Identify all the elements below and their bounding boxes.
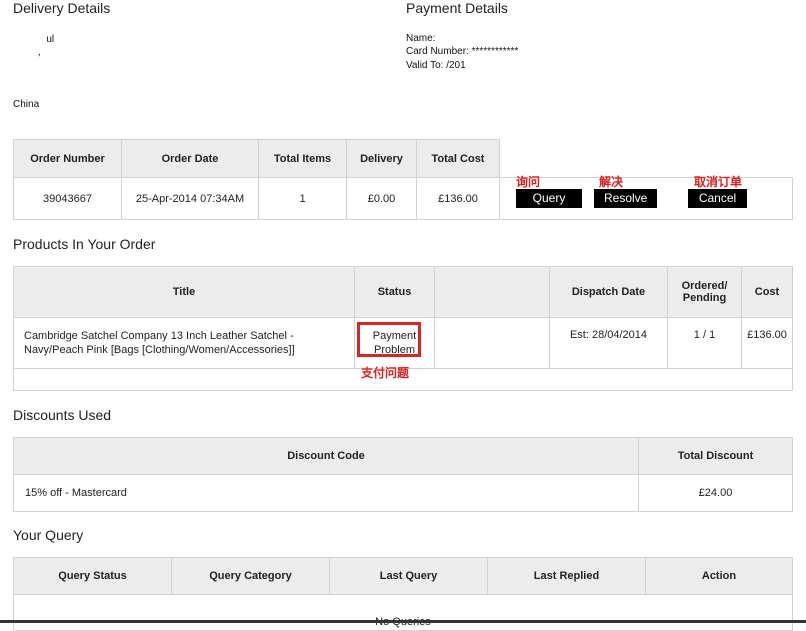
products-heading: Products In Your Order <box>13 236 156 252</box>
cancel-annotation: 取消订单 <box>694 175 743 189</box>
col-order-date: Order Date <box>121 139 259 178</box>
col-last-query: Last Query <box>329 557 488 595</box>
status-highlight-box <box>357 322 421 357</box>
delivery-address: ul , China <box>13 33 123 123</box>
address-line <box>13 59 123 72</box>
dispatch-date-cell: Est: 28/04/2014 <box>549 317 668 369</box>
resolve-button[interactable]: Resolve <box>594 189 657 208</box>
order-number-cell: 39043667 <box>13 177 122 220</box>
col-order-number: Order Number <box>13 139 122 178</box>
payment-name-label: Name: <box>406 33 436 44</box>
discounts-heading: Discounts Used <box>13 407 112 423</box>
col-discount-code: Discount Code <box>13 437 639 475</box>
payment-valid-value: /201 <box>446 60 466 71</box>
col-last-replied: Last Replied <box>487 557 646 595</box>
col-title: Title <box>13 266 355 318</box>
cancel-button[interactable]: Cancel <box>688 189 747 208</box>
col-cost: Cost <box>741 266 793 318</box>
payment-heading: Payment Details <box>406 0 508 16</box>
no-queries-cell: No Queries <box>13 594 793 631</box>
payment-name-row: Name: <box>406 32 435 45</box>
payment-card-row: Card Number: ************ <box>406 45 518 58</box>
query-annotation: 询问 <box>516 175 541 189</box>
col-total-items: Total Items <box>258 139 347 178</box>
query-button[interactable]: Query <box>516 189 582 208</box>
discount-code-cell: 15% off - Mastercard <box>13 474 639 512</box>
resolve-annotation: 解决 <box>599 175 624 189</box>
col-delivery: Delivery <box>346 139 417 178</box>
col-blank <box>434 266 550 318</box>
col-query-category: Query Category <box>171 557 330 595</box>
col-action: Action <box>645 557 793 595</box>
col-dispatch-date: Dispatch Date <box>549 266 668 318</box>
product-cost-cell: £136.00 <box>741 317 793 369</box>
address-line: ul <box>13 34 55 45</box>
address-line <box>13 111 123 124</box>
col-status: Status <box>354 266 435 318</box>
product-blank-cell <box>434 317 550 369</box>
total-discount-cell: £24.00 <box>638 474 793 512</box>
col-actions <box>499 139 793 178</box>
col-query-status: Query Status <box>13 557 172 595</box>
order-date-cell: 25-Apr-2014 07:34AM <box>121 177 259 220</box>
col-total-cost: Total Cost <box>416 139 500 178</box>
total-cost-cell: £136.00 <box>416 177 500 220</box>
query-heading: Your Query <box>13 527 84 543</box>
payment-card-value: ************ <box>471 46 519 57</box>
col-ordered-pending: Ordered/ Pending <box>667 266 742 318</box>
address-line: , <box>13 47 41 58</box>
discounts-table: Discount Code Total Discount 15% off - M… <box>13 437 793 512</box>
delivery-cell: £0.00 <box>346 177 417 220</box>
address-line <box>13 85 123 98</box>
address-country: China <box>13 99 40 110</box>
payment-valid-label: Valid To: <box>406 60 444 71</box>
order-summary-table: Order Number Order Date Total Items Deli… <box>13 139 793 220</box>
delivery-heading: Delivery Details <box>13 0 111 16</box>
col-total-discount: Total Discount <box>638 437 793 475</box>
status-annotation: 支付问题 <box>361 366 410 380</box>
product-title-cell: Cambridge Satchel Company 13 Inch Leathe… <box>13 317 355 369</box>
address-line <box>13 72 123 85</box>
total-items-cell: 1 <box>258 177 347 220</box>
ordered-pending-cell: 1 / 1 <box>667 317 742 369</box>
payment-valid-row: Valid To: /201 <box>406 59 466 72</box>
payment-card-label: Card Number: <box>406 46 469 57</box>
